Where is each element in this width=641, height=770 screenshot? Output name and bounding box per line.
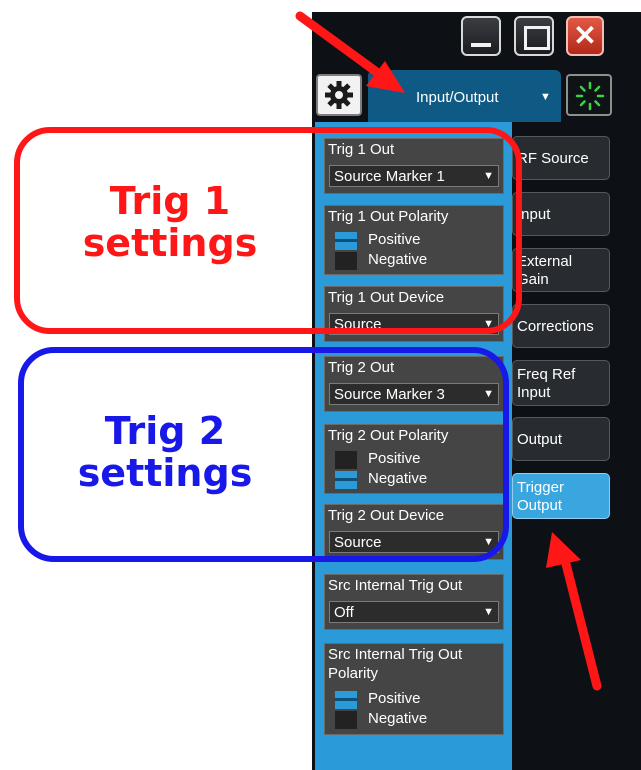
arrow-to-menu-tab [295,11,405,93]
arrow-to-trigger-output [546,532,602,691]
annotation-arrows [295,11,602,691]
